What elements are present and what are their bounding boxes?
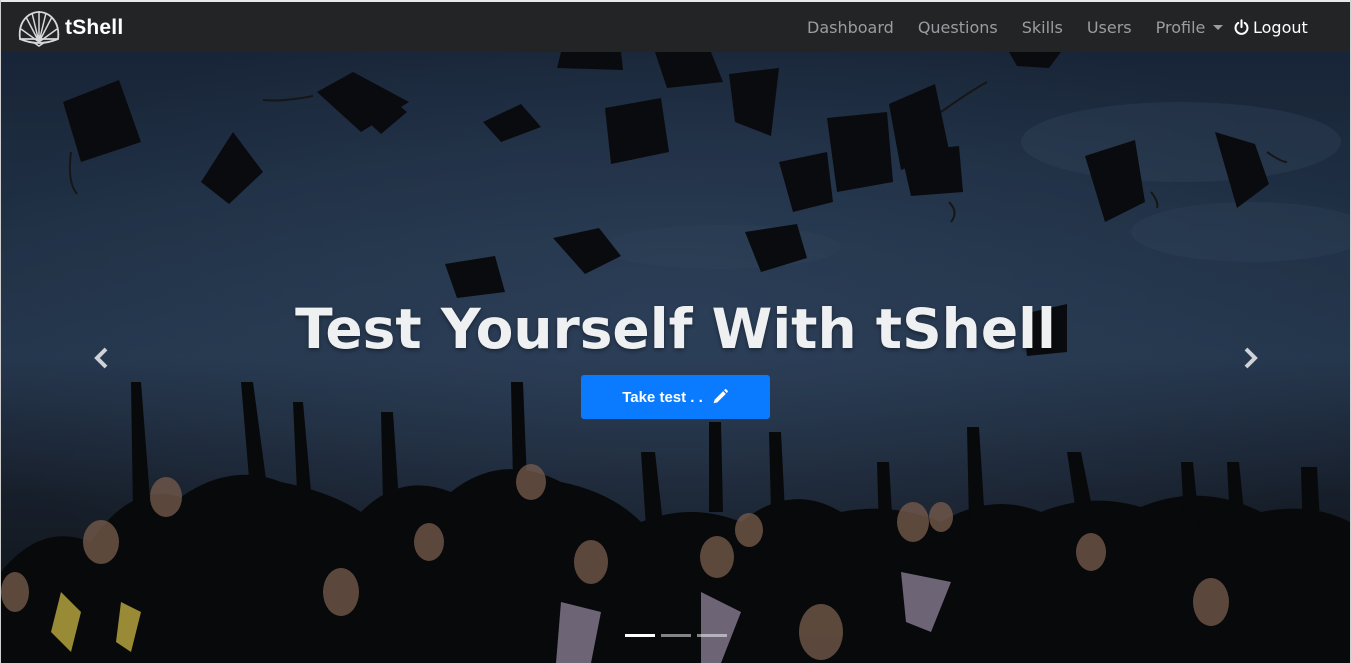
carousel-indicator-2[interactable]: [661, 634, 691, 637]
nav-item-profile-label: Profile: [1155, 17, 1206, 37]
nav-links: Dashboard Questions Skills Users Profile: [807, 2, 1247, 52]
brand[interactable]: tShell: [17, 8, 123, 48]
power-icon: [1234, 18, 1249, 35]
pencil-icon: [713, 389, 728, 404]
carousel-indicators: [625, 634, 727, 637]
shell-icon: [18, 11, 60, 47]
hero-carousel: Test Yourself With tShell Take test . .: [1, 52, 1350, 663]
logout-label: Logout: [1253, 17, 1308, 37]
chevron-left-icon[interactable]: [89, 344, 117, 372]
take-test-label: Take test . .: [622, 388, 703, 406]
nav-item-questions[interactable]: Questions: [918, 18, 998, 37]
app-window: tShell Dashboard Questions Skills Users …: [0, 0, 1351, 663]
navbar: tShell Dashboard Questions Skills Users …: [1, 0, 1350, 52]
nav-item-skills[interactable]: Skills: [1022, 18, 1063, 37]
chevron-right-icon[interactable]: [1235, 344, 1263, 372]
nav-item-dashboard[interactable]: Dashboard: [807, 18, 894, 37]
carousel-indicator-3[interactable]: [697, 634, 727, 637]
logout-button[interactable]: Logout: [1233, 2, 1308, 52]
nav-item-users[interactable]: Users: [1087, 18, 1132, 37]
take-test-button[interactable]: Take test . .: [581, 375, 770, 419]
carousel-indicator-1[interactable]: [625, 634, 655, 637]
hero-title: Test Yourself With tShell: [295, 297, 1056, 361]
brand-name: tShell: [65, 16, 124, 39]
caret-down-icon: [1213, 24, 1224, 30]
nav-item-profile[interactable]: Profile: [1156, 18, 1224, 37]
